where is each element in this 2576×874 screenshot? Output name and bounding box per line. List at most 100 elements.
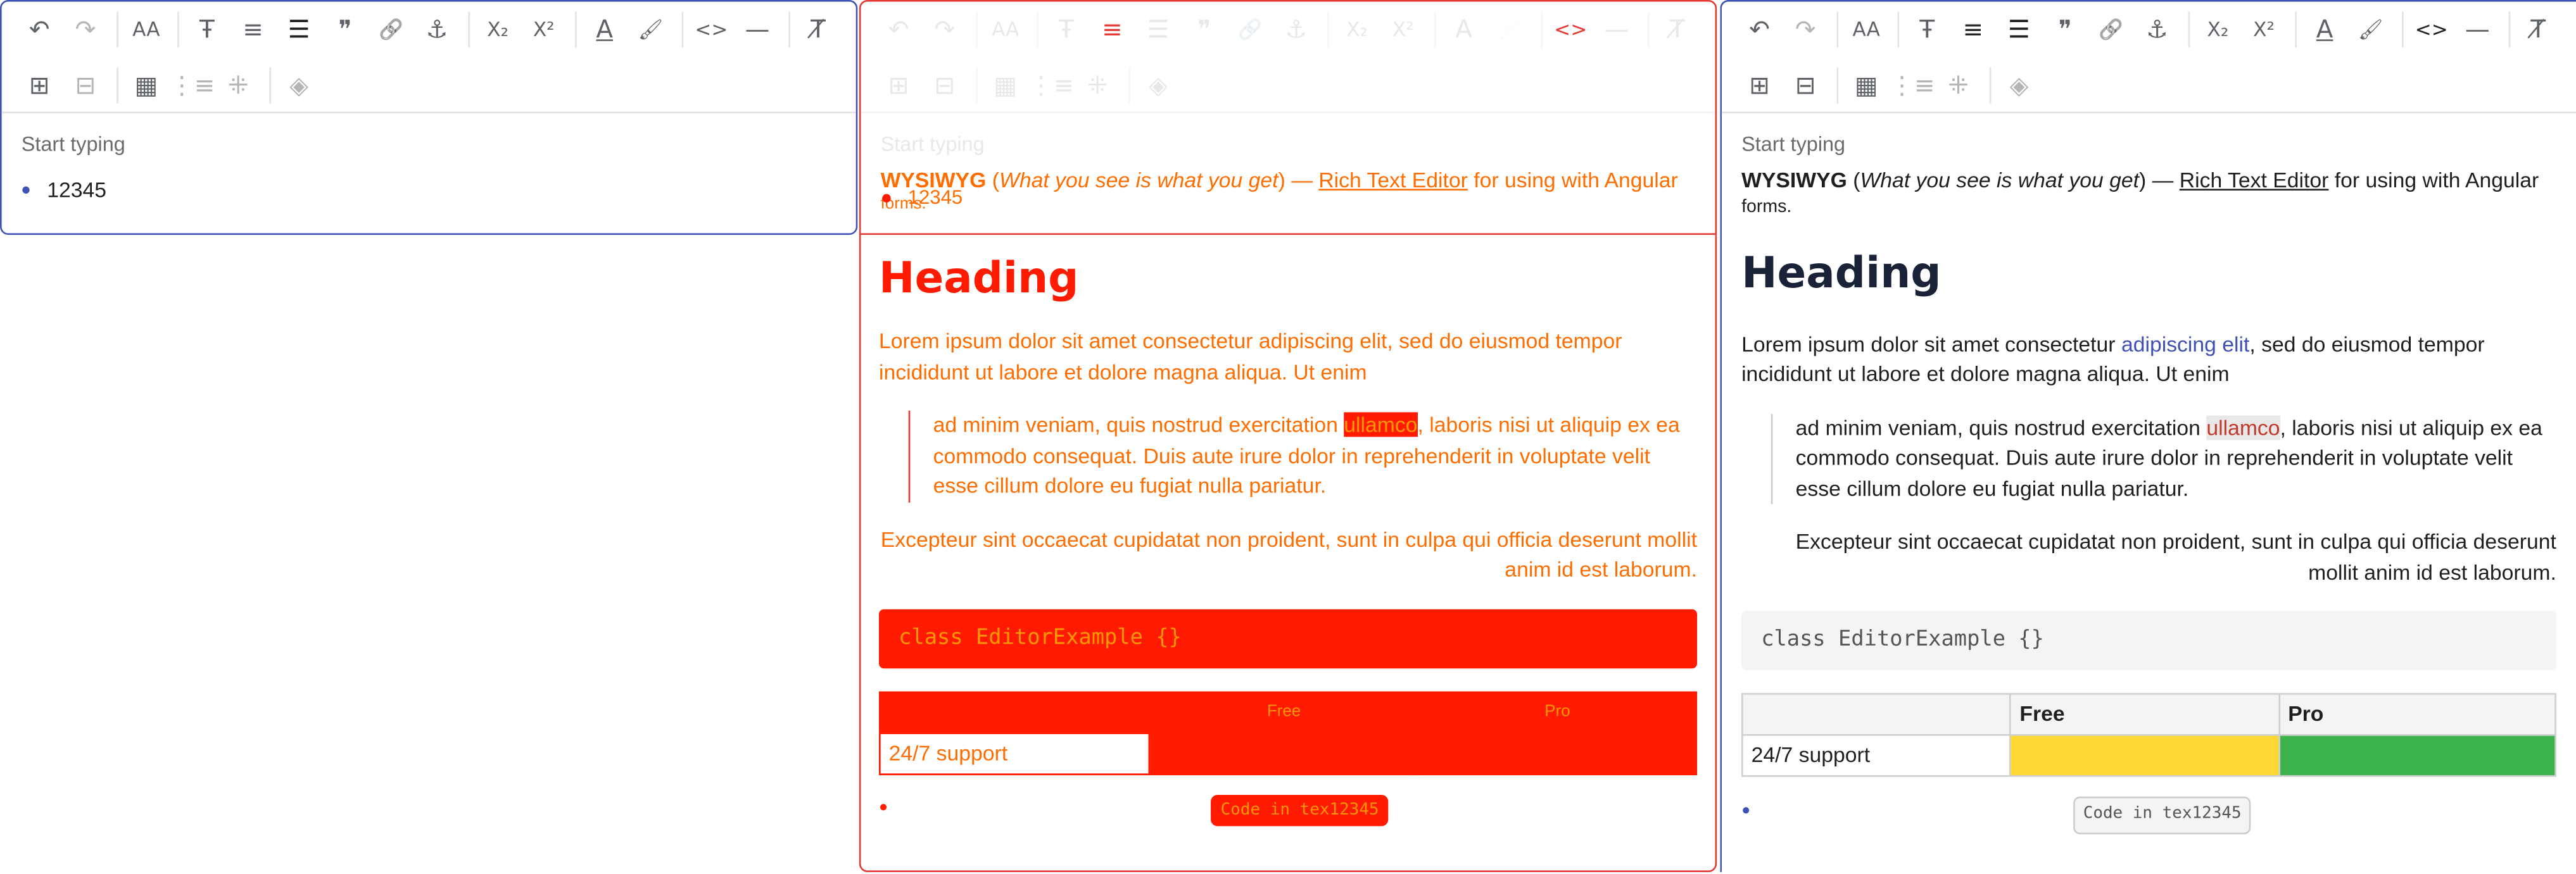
remove-icon[interactable]: ⊟: [64, 64, 106, 106]
code-icon[interactable]: <>: [2410, 8, 2453, 51]
highlight: ullamco: [2206, 415, 2280, 440]
table-header-cell[interactable]: [1741, 693, 2012, 737]
table-cell[interactable]: [2278, 734, 2556, 778]
superscript-icon[interactable]: X²: [2242, 8, 2285, 51]
link-icon[interactable]: 🔗: [1229, 8, 1272, 51]
fill-color-icon[interactable]: ◈: [1998, 64, 2040, 106]
redo-icon[interactable]: ↷: [923, 8, 966, 51]
heading: Heading: [879, 254, 1079, 304]
table-icon[interactable]: ▦: [125, 64, 167, 106]
blockquote: ad minim veniam, quis nostrud exercitati…: [908, 410, 1697, 502]
clear-format-icon[interactable]: T̸: [797, 8, 839, 51]
bullet-list-icon[interactable]: ☰: [277, 8, 320, 51]
code-icon[interactable]: <>: [1550, 8, 1592, 51]
font-size-icon[interactable]: AA: [125, 8, 167, 51]
font-size-icon[interactable]: AA: [984, 8, 1026, 51]
insert-row-icon[interactable]: ⊞: [18, 64, 61, 106]
horizontal-rule-icon[interactable]: —: [1595, 8, 1638, 51]
insert-column-icon[interactable]: ⋮≡: [1890, 64, 1935, 106]
table-cell[interactable]: 24/7 support: [1741, 734, 2012, 778]
insert-column-icon[interactable]: ⋮≡: [1029, 64, 1075, 106]
placeholder: Start typing: [21, 133, 125, 156]
highlight-icon[interactable]: 🖌: [2349, 8, 2392, 51]
wysiwyg-tail: for using with Angular: [1474, 168, 1678, 192]
text-style-icon[interactable]: Ŧ: [1906, 8, 1948, 51]
fill-color-icon[interactable]: ◈: [1137, 64, 1179, 106]
text-color-icon[interactable]: A: [1443, 8, 1485, 51]
divider: [1648, 11, 1650, 48]
subscript-icon[interactable]: X₂: [1335, 8, 1378, 51]
wysiwyg-tail2: forms.: [1741, 197, 1792, 217]
superscript-icon[interactable]: X²: [522, 8, 565, 51]
table-icon[interactable]: ▦: [1845, 64, 1888, 106]
undo-icon[interactable]: ↶: [1738, 8, 1781, 51]
editor-content[interactable]: Start typing WYSIWYG (What you see is wh…: [1722, 113, 2576, 856]
redo-icon[interactable]: ↷: [1784, 8, 1827, 51]
align-icon[interactable]: ≡: [232, 8, 274, 51]
insert-row-icon[interactable]: ⊞: [877, 64, 919, 106]
bullet-list-icon[interactable]: ☰: [1998, 8, 2040, 51]
horizontal-rule-icon[interactable]: —: [2456, 8, 2499, 51]
table-header-cell[interactable]: Free: [2009, 693, 2280, 737]
paragraph: Lorem ipsum dolor sit amet consectetur a…: [879, 328, 1622, 384]
text-color-icon[interactable]: A: [583, 8, 626, 51]
blockquote-icon[interactable]: ❞: [2043, 8, 2086, 51]
editor-content[interactable]: Start typing WYSIWYG (What you see is wh…: [861, 113, 1715, 228]
delete-table-icon[interactable]: ⁜: [1937, 64, 1979, 106]
subscript-icon[interactable]: X₂: [2197, 8, 2239, 51]
table-header-cell[interactable]: Free: [1148, 690, 1420, 734]
highlight-icon[interactable]: 🖌: [629, 8, 672, 51]
wysiwyg-line: WYSIWYG (What you see is what you get) —…: [881, 166, 1696, 215]
redo-icon[interactable]: ↷: [64, 8, 106, 51]
table-icon[interactable]: ▦: [984, 64, 1026, 106]
table-cell[interactable]: 24/7 support: [879, 732, 1151, 775]
delete-table-icon[interactable]: ⁜: [217, 64, 259, 106]
divider: [2188, 11, 2190, 48]
clear-format-icon[interactable]: T̸: [1656, 8, 1698, 51]
remove-icon[interactable]: ⊟: [923, 64, 966, 106]
anchor-icon[interactable]: ⚓: [415, 8, 458, 51]
horizontal-rule-icon[interactable]: —: [736, 8, 778, 51]
superscript-icon[interactable]: X²: [1382, 8, 1424, 51]
table-header-cell[interactable]: Pro: [1417, 690, 1698, 734]
link-icon[interactable]: 🔗: [2090, 8, 2132, 51]
text-style-icon[interactable]: Ŧ: [186, 8, 228, 51]
blockquote-icon[interactable]: ❞: [1183, 8, 1225, 51]
table-cell[interactable]: [1417, 732, 1698, 775]
insert-column-icon[interactable]: ⋮≡: [170, 64, 215, 106]
code-icon[interactable]: <>: [690, 8, 733, 51]
table-header-cell[interactable]: [879, 690, 1151, 734]
align-icon[interactable]: ≡: [1952, 8, 1994, 51]
anchor-icon[interactable]: ⚓: [1275, 8, 1317, 51]
undo-icon[interactable]: ↶: [18, 8, 61, 51]
insert-row-icon[interactable]: ⊞: [1738, 64, 1781, 106]
editor-content[interactable]: Start typing • 12345: [2, 113, 856, 224]
blockquote-icon[interactable]: ❞: [324, 8, 366, 51]
divider: [1327, 11, 1329, 48]
code-block: class EditorExample {}: [1741, 611, 2556, 671]
subscript-icon[interactable]: X₂: [476, 8, 519, 51]
bullet-list-icon[interactable]: ☰: [1137, 8, 1179, 51]
remove-icon[interactable]: ⊟: [1784, 64, 1827, 106]
rich-text-link[interactable]: Rich Text Editor: [1318, 168, 1468, 192]
rich-text-link[interactable]: Rich Text Editor: [2180, 168, 2329, 192]
list-item: ● 12345: [881, 182, 963, 212]
paragraph-link[interactable]: adipiscing elit: [2121, 332, 2249, 356]
text-style-icon[interactable]: Ŧ: [1045, 8, 1087, 51]
undo-icon[interactable]: ↶: [877, 8, 919, 51]
table-header-cell[interactable]: Pro: [2278, 693, 2556, 737]
link-icon[interactable]: 🔗: [370, 8, 412, 51]
table-cell[interactable]: [1148, 732, 1420, 775]
clear-format-icon[interactable]: T̸: [2517, 8, 2560, 51]
table-cell[interactable]: [2009, 734, 2280, 778]
delete-table-icon[interactable]: ⁜: [1076, 64, 1118, 106]
anchor-icon[interactable]: ⚓: [2136, 8, 2178, 51]
text-color-icon[interactable]: A: [2303, 8, 2346, 51]
divider: [575, 11, 577, 48]
inline-code: Code in tex12345: [1211, 794, 1389, 826]
highlight-icon[interactable]: 🖌: [1489, 8, 1531, 51]
wysiwyg-line: WYSIWYG (What you see is what you get) —…: [1741, 166, 2556, 218]
font-size-icon[interactable]: AA: [1845, 8, 1888, 51]
fill-color-icon[interactable]: ◈: [277, 64, 320, 106]
align-icon[interactable]: ≡: [1091, 8, 1133, 51]
